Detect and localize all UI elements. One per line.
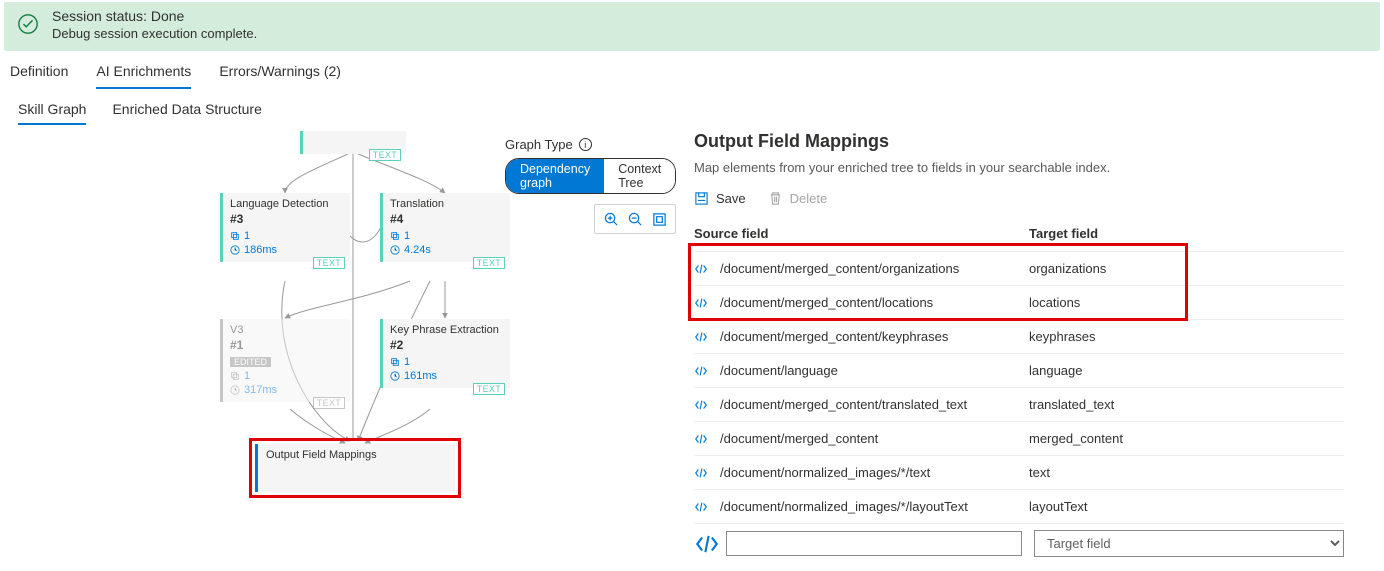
code-icon — [694, 432, 720, 446]
tab-definition[interactable]: Definition — [10, 59, 68, 89]
skill-node-translation[interactable]: Translation #4 1 4.24s TEXT — [380, 193, 510, 262]
skill-node-v3[interactable]: V3 #1 EDITED 1 317ms TEXT — [220, 319, 350, 402]
skill-count: 1 — [390, 356, 503, 368]
source-field: /document/merged_content — [720, 431, 1029, 446]
col-source: Source field — [694, 226, 1029, 241]
skill-time: 317ms — [230, 384, 343, 396]
mapping-row[interactable]: /document/normalized_images/*/texttext — [694, 456, 1344, 490]
target-field: locations — [1029, 295, 1080, 310]
edited-badge: EDITED — [230, 357, 271, 367]
skill-title: V3 — [230, 324, 343, 336]
clock-icon — [390, 371, 400, 381]
text-badge: TEXT — [369, 149, 401, 161]
root-node[interactable]: TEXT — [300, 131, 406, 154]
skill-time: 186ms — [230, 244, 343, 256]
code-icon — [694, 364, 720, 378]
output-box-title: Output Field Mappings — [266, 449, 447, 461]
source-field: /document/merged_content/organizations — [720, 261, 1029, 276]
target-field: translated_text — [1029, 397, 1114, 412]
checkmark-icon — [16, 12, 40, 36]
skill-graph-canvas[interactable]: TEXT TEXT Language Detection #3 1 186ms … — [10, 131, 674, 561]
target-field: merged_content — [1029, 431, 1123, 446]
copy-icon — [390, 357, 400, 367]
code-icon — [694, 500, 720, 514]
copy-icon — [390, 231, 400, 241]
text-badge: TEXT — [473, 383, 505, 395]
target-field: language — [1029, 363, 1083, 378]
mapping-row[interactable]: /document/merged_content/organizationsor… — [694, 252, 1344, 286]
target-field-select[interactable]: Target field — [1034, 530, 1344, 557]
panel-description: Map elements from your enriched tree to … — [694, 160, 1344, 175]
source-field: /document/language — [720, 363, 1029, 378]
col-target: Target field — [1029, 226, 1098, 241]
skill-node-keyphrase[interactable]: Key Phrase Extraction #2 1 161ms TEXT — [380, 319, 510, 388]
skill-count: 1 — [390, 230, 503, 242]
skill-id: #4 — [390, 212, 503, 226]
mapping-row[interactable]: /document/merged_content/locationslocati… — [694, 286, 1344, 320]
code-icon — [694, 296, 720, 310]
target-field: keyphrases — [1029, 329, 1095, 344]
clock-icon — [230, 385, 240, 395]
clock-icon — [230, 245, 240, 255]
code-icon — [694, 466, 720, 480]
mapping-row[interactable]: /document/languagelanguage — [694, 354, 1344, 388]
tab-errors-warnings[interactable]: Errors/Warnings (2) — [219, 59, 341, 89]
code-icon — [694, 398, 720, 412]
text-badge: TEXT — [473, 257, 505, 269]
skill-title: Key Phrase Extraction — [390, 324, 503, 336]
trash-icon — [768, 191, 783, 206]
skill-node-language-detection[interactable]: TEXT Language Detection #3 1 186ms TEXT — [220, 193, 350, 262]
skill-count: 1 — [230, 370, 343, 382]
delete-button: Delete — [768, 191, 828, 206]
panel-heading: Output Field Mappings — [694, 131, 1344, 152]
skill-id: #2 — [390, 338, 503, 352]
new-mapping-row: Target field — [694, 524, 1344, 563]
skill-id: #3 — [230, 212, 343, 226]
save-label: Save — [716, 191, 746, 206]
source-field: /document/merged_content/locations — [720, 295, 1029, 310]
sub-tabs: Skill Graph Enriched Data Structure — [0, 101, 1384, 131]
skill-time: 4.24s — [390, 244, 503, 256]
skill-title: Language Detection — [230, 198, 343, 210]
mapping-row[interactable]: /document/merged_content/keyphraseskeyph… — [694, 320, 1344, 354]
skill-title: Translation — [390, 198, 503, 210]
source-field: /document/merged_content/translated_text — [720, 397, 1029, 412]
tab-ai-enrichments[interactable]: AI Enrichments — [96, 59, 191, 89]
code-icon — [694, 262, 720, 276]
clock-icon — [390, 245, 400, 255]
source-field: /document/merged_content/keyphrases — [720, 329, 1029, 344]
mapping-row[interactable]: /document/merged_content/translated_text… — [694, 388, 1344, 422]
source-field: /document/normalized_images/*/layoutText — [720, 499, 1029, 514]
subtab-enriched-data[interactable]: Enriched Data Structure — [112, 101, 261, 125]
text-badge: TEXT — [313, 257, 345, 269]
skill-id: #1 — [230, 338, 343, 352]
mapping-row[interactable]: /document/merged_contentmerged_content — [694, 422, 1344, 456]
output-field-mappings-node[interactable]: Output Field Mappings — [255, 444, 455, 492]
save-button[interactable]: Save — [694, 191, 746, 206]
status-title: Session status: Done — [52, 8, 257, 24]
source-field-input[interactable] — [726, 531, 1022, 556]
delete-label: Delete — [790, 191, 828, 206]
mapping-row[interactable]: /document/normalized_images/*/layoutText… — [694, 490, 1344, 524]
target-field: layoutText — [1029, 499, 1088, 514]
skill-count: 1 — [230, 230, 343, 242]
text-badge: TEXT — [313, 397, 345, 409]
save-icon — [694, 191, 709, 206]
copy-icon — [230, 371, 240, 381]
subtab-skill-graph[interactable]: Skill Graph — [18, 101, 86, 125]
copy-icon — [230, 231, 240, 241]
main-tabs: Definition AI Enrichments Errors/Warning… — [0, 59, 1384, 89]
target-field: organizations — [1029, 261, 1106, 276]
status-subtitle: Debug session execution complete. — [52, 26, 257, 41]
skill-time: 161ms — [390, 370, 503, 382]
mapping-header: Source field Target field — [694, 218, 1344, 252]
status-banner: Session status: Done Debug session execu… — [4, 2, 1380, 51]
code-icon — [694, 531, 720, 557]
target-field: text — [1029, 465, 1050, 480]
code-icon — [694, 330, 720, 344]
source-field: /document/normalized_images/*/text — [720, 465, 1029, 480]
